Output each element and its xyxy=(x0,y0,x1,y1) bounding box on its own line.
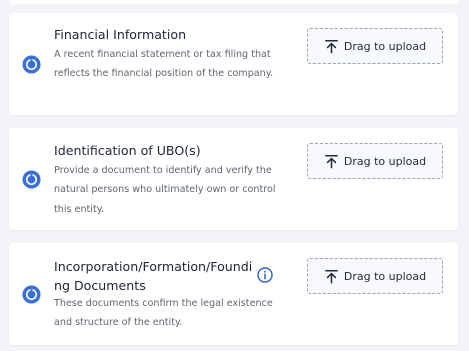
document-title: Incorporation/Formation/Founding Documen… xyxy=(54,259,253,293)
circular-status-icon xyxy=(22,285,41,304)
upload-label: Drag to upload xyxy=(343,154,427,168)
document-description: A recent financial statement or tax fili… xyxy=(54,49,274,80)
upload-arrow-icon xyxy=(325,154,338,168)
upload-arrow-icon xyxy=(325,39,338,53)
upload-arrow-icon xyxy=(325,269,338,283)
previous-card-edge xyxy=(9,0,458,4)
drag-to-upload-button[interactable]: Drag to upload xyxy=(307,28,443,64)
drag-to-upload-button[interactable]: Drag to upload xyxy=(307,143,443,179)
document-card-incorporation-documents: Incorporation/Formation/Founding Documen… xyxy=(9,243,458,345)
drag-to-upload-button[interactable]: Drag to upload xyxy=(307,258,443,294)
circular-status-icon xyxy=(22,170,41,189)
document-title: Financial Information xyxy=(54,27,187,42)
document-card-financial-information: Financial Information A recent financial… xyxy=(9,13,458,115)
upload-label: Drag to upload xyxy=(343,269,427,283)
document-upload-list: Financial Information A recent financial… xyxy=(0,0,469,351)
circular-status-icon xyxy=(22,55,41,74)
upload-label: Drag to upload xyxy=(343,39,427,53)
info-icon[interactable] xyxy=(257,267,273,283)
document-title: Identification of UBO(s) xyxy=(54,143,201,158)
document-card-identification-of-ubos: Identification of UBO(s) Provide a docum… xyxy=(9,128,458,230)
document-description: Provide a document to identify and verif… xyxy=(54,165,276,215)
document-description: These documents confirm the legal existe… xyxy=(54,298,273,329)
